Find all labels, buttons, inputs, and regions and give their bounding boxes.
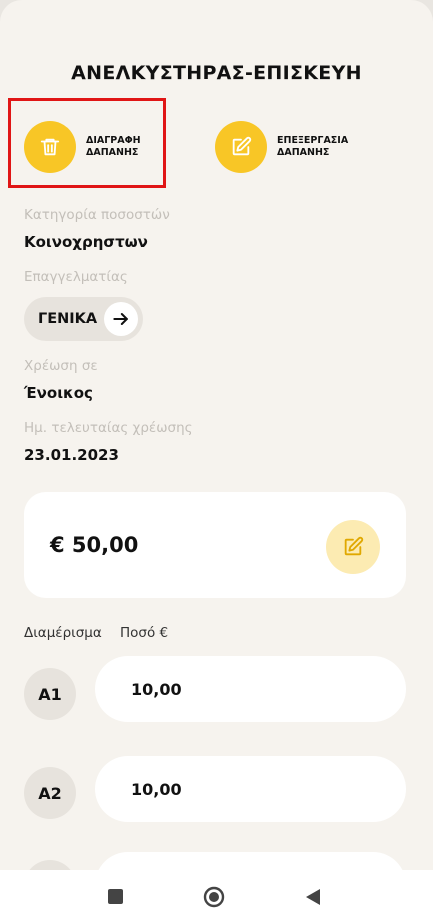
edit-expense-label-line1: ΕΠΕΞΕΡΓΑΣΙΑ	[277, 135, 349, 146]
recents-button[interactable]	[107, 888, 124, 909]
amount-value: € 50,00	[50, 533, 139, 557]
triangle-back-icon	[306, 889, 320, 905]
professional-pill[interactable]: ΓΕΝΙΚΑ	[24, 297, 143, 341]
professional-value: ΓΕΝΙΚΑ	[38, 311, 98, 327]
edit-expense-button[interactable]: ΕΠΕΞΕΡΓΑΣΙΑ ΔΑΠΑΝΗΣ	[215, 121, 348, 173]
apartment-amount-field[interactable]: 10,00	[95, 656, 406, 722]
last-charge-value: 23.01.2023	[24, 446, 119, 464]
system-navigation-bar	[0, 870, 433, 921]
category-value: Κοινοχρηστων	[24, 233, 148, 251]
expense-detail-sheet: ΑΝΕΛΚΥΣΤΗΡΑΣ-ΕΠΙΣΚΕΥΗ ΔΙΑΓΡΑΦΗ ΔΑΠΑΝΗΣ Ε…	[0, 0, 433, 921]
back-button[interactable]	[305, 888, 321, 910]
edit-amount-button[interactable]	[326, 520, 380, 574]
charge-value: Ένοικος	[24, 384, 93, 402]
charge-label: Χρέωση σε	[24, 358, 98, 374]
highlight-box	[8, 98, 166, 188]
page-title: ΑΝΕΛΚΥΣΤΗΡΑΣ-ΕΠΙΣΚΕΥΗ	[71, 62, 362, 84]
arrow-right-icon[interactable]	[104, 302, 138, 336]
home-button[interactable]	[203, 886, 225, 912]
apartment-amount-field[interactable]: 10,00	[95, 756, 406, 822]
square-icon	[108, 889, 123, 904]
last-charge-label: Ημ. τελευταίας χρέωσης	[24, 420, 193, 436]
pencil-square-icon	[344, 536, 364, 556]
professional-label: Επαγγελματίας	[24, 269, 128, 285]
apartment-badge: A1	[24, 668, 76, 720]
category-label: Κατηγορία ποσοστών	[24, 207, 170, 223]
pencil-square-icon	[215, 121, 267, 173]
edit-expense-label-line2: ΔΑΠΑΝΗΣ	[277, 147, 330, 158]
apartment-badge: A2	[24, 767, 76, 819]
amount-column-header: Ποσό €	[120, 625, 169, 641]
amount-card: € 50,00	[24, 492, 406, 598]
apartment-column-header: Διαμέρισμα	[24, 625, 102, 641]
circle-icon	[203, 886, 225, 908]
